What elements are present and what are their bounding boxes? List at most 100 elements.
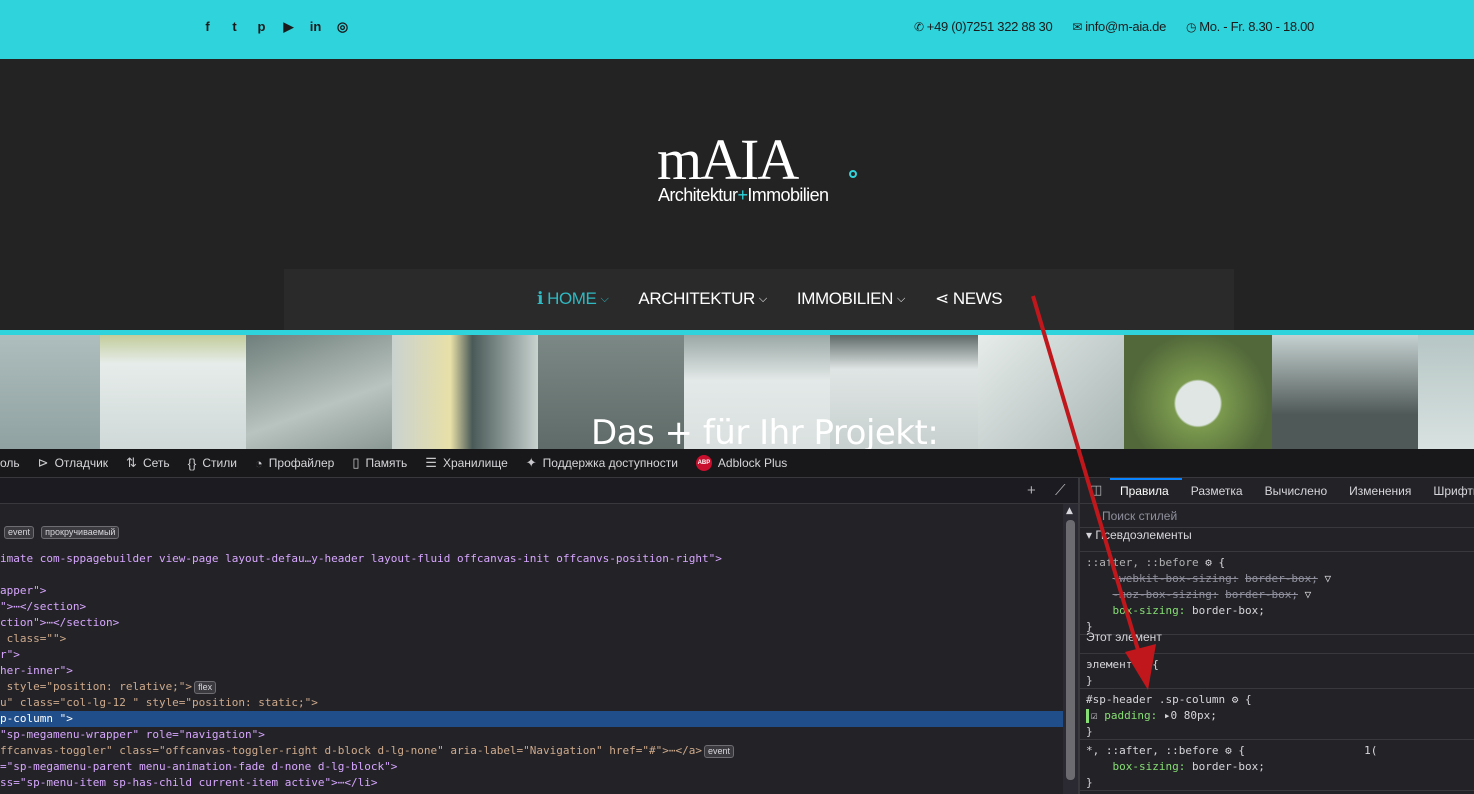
- screen: f t p ▶ in ◎ ✆ +49 (0)7251 322 88 30 ✉ i…: [0, 0, 1474, 794]
- envelope-icon: ✉: [1072, 19, 1083, 34]
- tab-layout[interactable]: Разметка: [1191, 484, 1243, 498]
- markup-line[interactable]: imate com-sppagebuilder view-page layout…: [0, 551, 1063, 567]
- markup-line-text: imate com-sppagebuilder view-page layout…: [0, 552, 722, 565]
- site-logo[interactable]: mAIA Architektur+Immobilien: [657, 131, 867, 211]
- nav-item-news[interactable]: ⋖ NEWS: [935, 289, 1003, 309]
- flex-badge[interactable]: flex: [194, 681, 217, 694]
- declaration[interactable]: -webkit-box-sizing: border-box; ▽: [1080, 571, 1474, 587]
- tab-storage[interactable]: ☰ Хранилище: [425, 455, 507, 471]
- rule-selector-line: ::after, ::before ⚙ {: [1086, 556, 1226, 569]
- tab-changes[interactable]: Изменения: [1349, 484, 1411, 498]
- banner-photo: [100, 335, 246, 449]
- instagram-icon[interactable]: ◎: [335, 18, 350, 36]
- nav-item-architektur[interactable]: ARCHITEKTUR ⌵: [638, 289, 767, 309]
- filter-icon[interactable]: ▽: [1305, 588, 1312, 601]
- markup-line-selected[interactable]: p-column ">: [0, 711, 1063, 727]
- eyedropper-icon[interactable]: ⟋: [1055, 482, 1066, 499]
- devtools-tabbar: оль ⊳ Отладчик ⇅ Сеть {} Стили ◔ Профайлер ▯…: [0, 449, 1474, 478]
- chevron-up-icon[interactable]: ▲: [1066, 506, 1073, 516]
- phone-link[interactable]: ✆ +49 (0)7251 322 88 30: [914, 19, 1053, 34]
- gear-icon[interactable]: ⚙: [1205, 556, 1212, 569]
- tab-rules[interactable]: Правила: [1120, 484, 1169, 498]
- event-badge[interactable]: event: [704, 745, 735, 758]
- tab-styles[interactable]: {} Стили: [188, 456, 237, 471]
- banner-title: Das + für Ihr Projekt:: [591, 413, 939, 449]
- tab-adblock[interactable]: ABP Adblock Plus: [695, 455, 787, 471]
- tab-label: оль: [0, 456, 20, 470]
- markup-scrollbar[interactable]: ▲: [1063, 504, 1078, 794]
- checkbox-icon[interactable]: ☑: [1091, 709, 1098, 722]
- tab-console[interactable]: оль: [0, 456, 20, 470]
- markup-line-text: her-inner">: [0, 664, 73, 677]
- declaration-val: border-box;: [1244, 572, 1318, 585]
- markup-line[interactable]: ">⋯</section>: [0, 599, 1063, 615]
- twitter-icon[interactable]: t: [227, 18, 242, 36]
- accessibility-icon: ✦: [525, 455, 537, 470]
- gear-icon[interactable]: ⚙: [1225, 744, 1232, 757]
- declaration[interactable]: box-sizing: border-box;: [1080, 759, 1474, 775]
- filter-placeholder: Поиск стилей: [1102, 509, 1178, 523]
- this-element-header: Этот элемент: [1080, 630, 1474, 654]
- banner-photo: [392, 335, 538, 449]
- markup-line-text: "sp-megamenu-wrapper" role="navigation">: [0, 728, 265, 741]
- tab-label: Хранилище: [442, 456, 508, 470]
- tab-debugger[interactable]: ⊳ Отладчик: [38, 455, 108, 471]
- logo-wordmark: mAIA: [657, 127, 799, 192]
- profiler-icon: ◔: [254, 455, 263, 471]
- tab-computed[interactable]: Вычислено: [1265, 484, 1328, 498]
- markup-line[interactable]: class="">: [0, 631, 1063, 647]
- gear-icon[interactable]: ⚙: [1139, 658, 1146, 671]
- banner-photo: [1124, 335, 1272, 449]
- add-node-icon[interactable]: +: [1027, 482, 1036, 499]
- network-icon: ⇅: [126, 455, 137, 470]
- markup-line[interactable]: [0, 567, 1063, 583]
- pseudo-elements-header[interactable]: ▾ Псевдоэлементы: [1080, 528, 1474, 552]
- source-line[interactable]: 1(: [1364, 744, 1377, 757]
- memory-icon: ▯: [352, 455, 360, 470]
- markup-line[interactable]: her-inner">: [0, 663, 1063, 679]
- nav-item-home[interactable]: ℹ HOME ⌵: [537, 289, 609, 309]
- markup-line[interactable]: ss="sp-menu-item sp-has-child current-it…: [0, 775, 1063, 791]
- declaration[interactable]: ☑ padding: ▸0 80px;: [1080, 708, 1474, 724]
- linkedin-icon[interactable]: in: [308, 18, 323, 36]
- markup-line[interactable]: ffcanvas-toggler" class="offcanvas-toggl…: [0, 743, 1063, 759]
- markup-line[interactable]: ="sp-megamenu-parent menu-animation-fade…: [0, 759, 1063, 775]
- tab-fonts[interactable]: Шрифты: [1433, 484, 1474, 498]
- style-search-input[interactable]: Поиск стилей: [1080, 504, 1474, 528]
- youtube-icon[interactable]: ▶: [281, 18, 296, 36]
- chevron-down-icon: ⌵: [758, 292, 767, 305]
- nav-item-label: ARCHITEKTUR: [638, 289, 755, 308]
- rule-selector-line: *, ::after, ::before ⚙ { 1(: [1086, 744, 1378, 757]
- tab-label: Отладчик: [54, 456, 109, 470]
- pinterest-icon[interactable]: p: [254, 18, 269, 36]
- declaration[interactable]: box-sizing: border-box;: [1080, 603, 1474, 619]
- markup-line[interactable]: apper">: [0, 583, 1063, 599]
- tab-accessibility[interactable]: ✦ Поддержка доступности: [526, 455, 678, 471]
- markup-line[interactable]: ction">⋯</section>: [0, 615, 1063, 631]
- logo-tagline-plus: +: [737, 185, 748, 205]
- markup-line[interactable]: "sp-megamenu-wrapper" role="navigation">: [0, 727, 1063, 743]
- nav-item-immobilien[interactable]: IMMOBILIEN ⌵: [797, 289, 905, 309]
- markup-line[interactable]: style="position: relative;"> flex: [0, 679, 1063, 695]
- email-link[interactable]: ✉ info@m-aia.de: [1072, 19, 1166, 34]
- storage-icon: ☰: [425, 455, 437, 470]
- declaration[interactable]: -moz-box-sizing: border-box; ▽: [1080, 587, 1474, 603]
- banner-photo: [246, 335, 392, 449]
- tab-memory[interactable]: ▯ Память: [352, 455, 407, 471]
- tab-profiler[interactable]: ◔ Профайлер: [255, 456, 334, 471]
- phone-icon: ✆: [914, 19, 924, 34]
- markup-line[interactable]: u" class="col-lg-12 " style="position: s…: [0, 695, 1063, 711]
- markup-line[interactable]: r">: [0, 647, 1063, 663]
- gear-icon[interactable]: ⚙: [1232, 693, 1239, 706]
- filter-icon[interactable]: ▽: [1324, 572, 1331, 585]
- contact-info: ✆ +49 (0)7251 322 88 30 ✉ info@m-aia.de …: [914, 19, 1314, 34]
- tab-network[interactable]: ⇅ Сеть: [126, 455, 170, 471]
- scrollbar-thumb[interactable]: [1066, 520, 1075, 780]
- markup-line-text: apper">: [0, 584, 47, 597]
- facebook-icon[interactable]: f: [200, 18, 215, 36]
- hours-text: Mo. - Fr. 8.30 - 18.00: [1199, 19, 1314, 34]
- clock-icon: ◷: [1186, 19, 1197, 34]
- rule-selector-line: элемент ⚙ {: [1086, 658, 1159, 671]
- info-icon: ℹ: [537, 289, 544, 308]
- banner-photo: [0, 335, 100, 449]
